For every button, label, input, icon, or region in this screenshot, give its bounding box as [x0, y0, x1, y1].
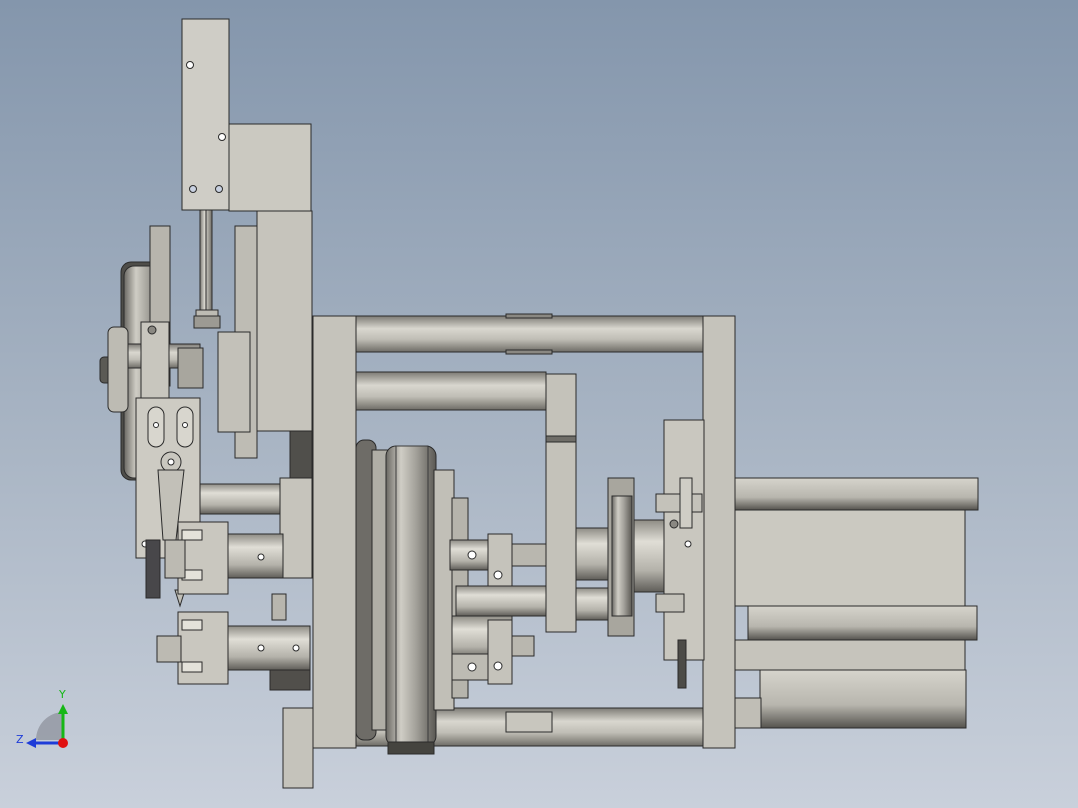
cad-viewport[interactable]: Y Z [0, 0, 1078, 808]
triad-arc [35, 712, 63, 740]
coordinate-triad [26, 704, 68, 748]
triad-origin [58, 738, 68, 748]
y-axis-arrowhead [58, 704, 68, 714]
y-axis-label: Y [59, 688, 66, 701]
z-axis-label: Z [16, 733, 24, 746]
z-axis-arrowhead [26, 738, 36, 748]
